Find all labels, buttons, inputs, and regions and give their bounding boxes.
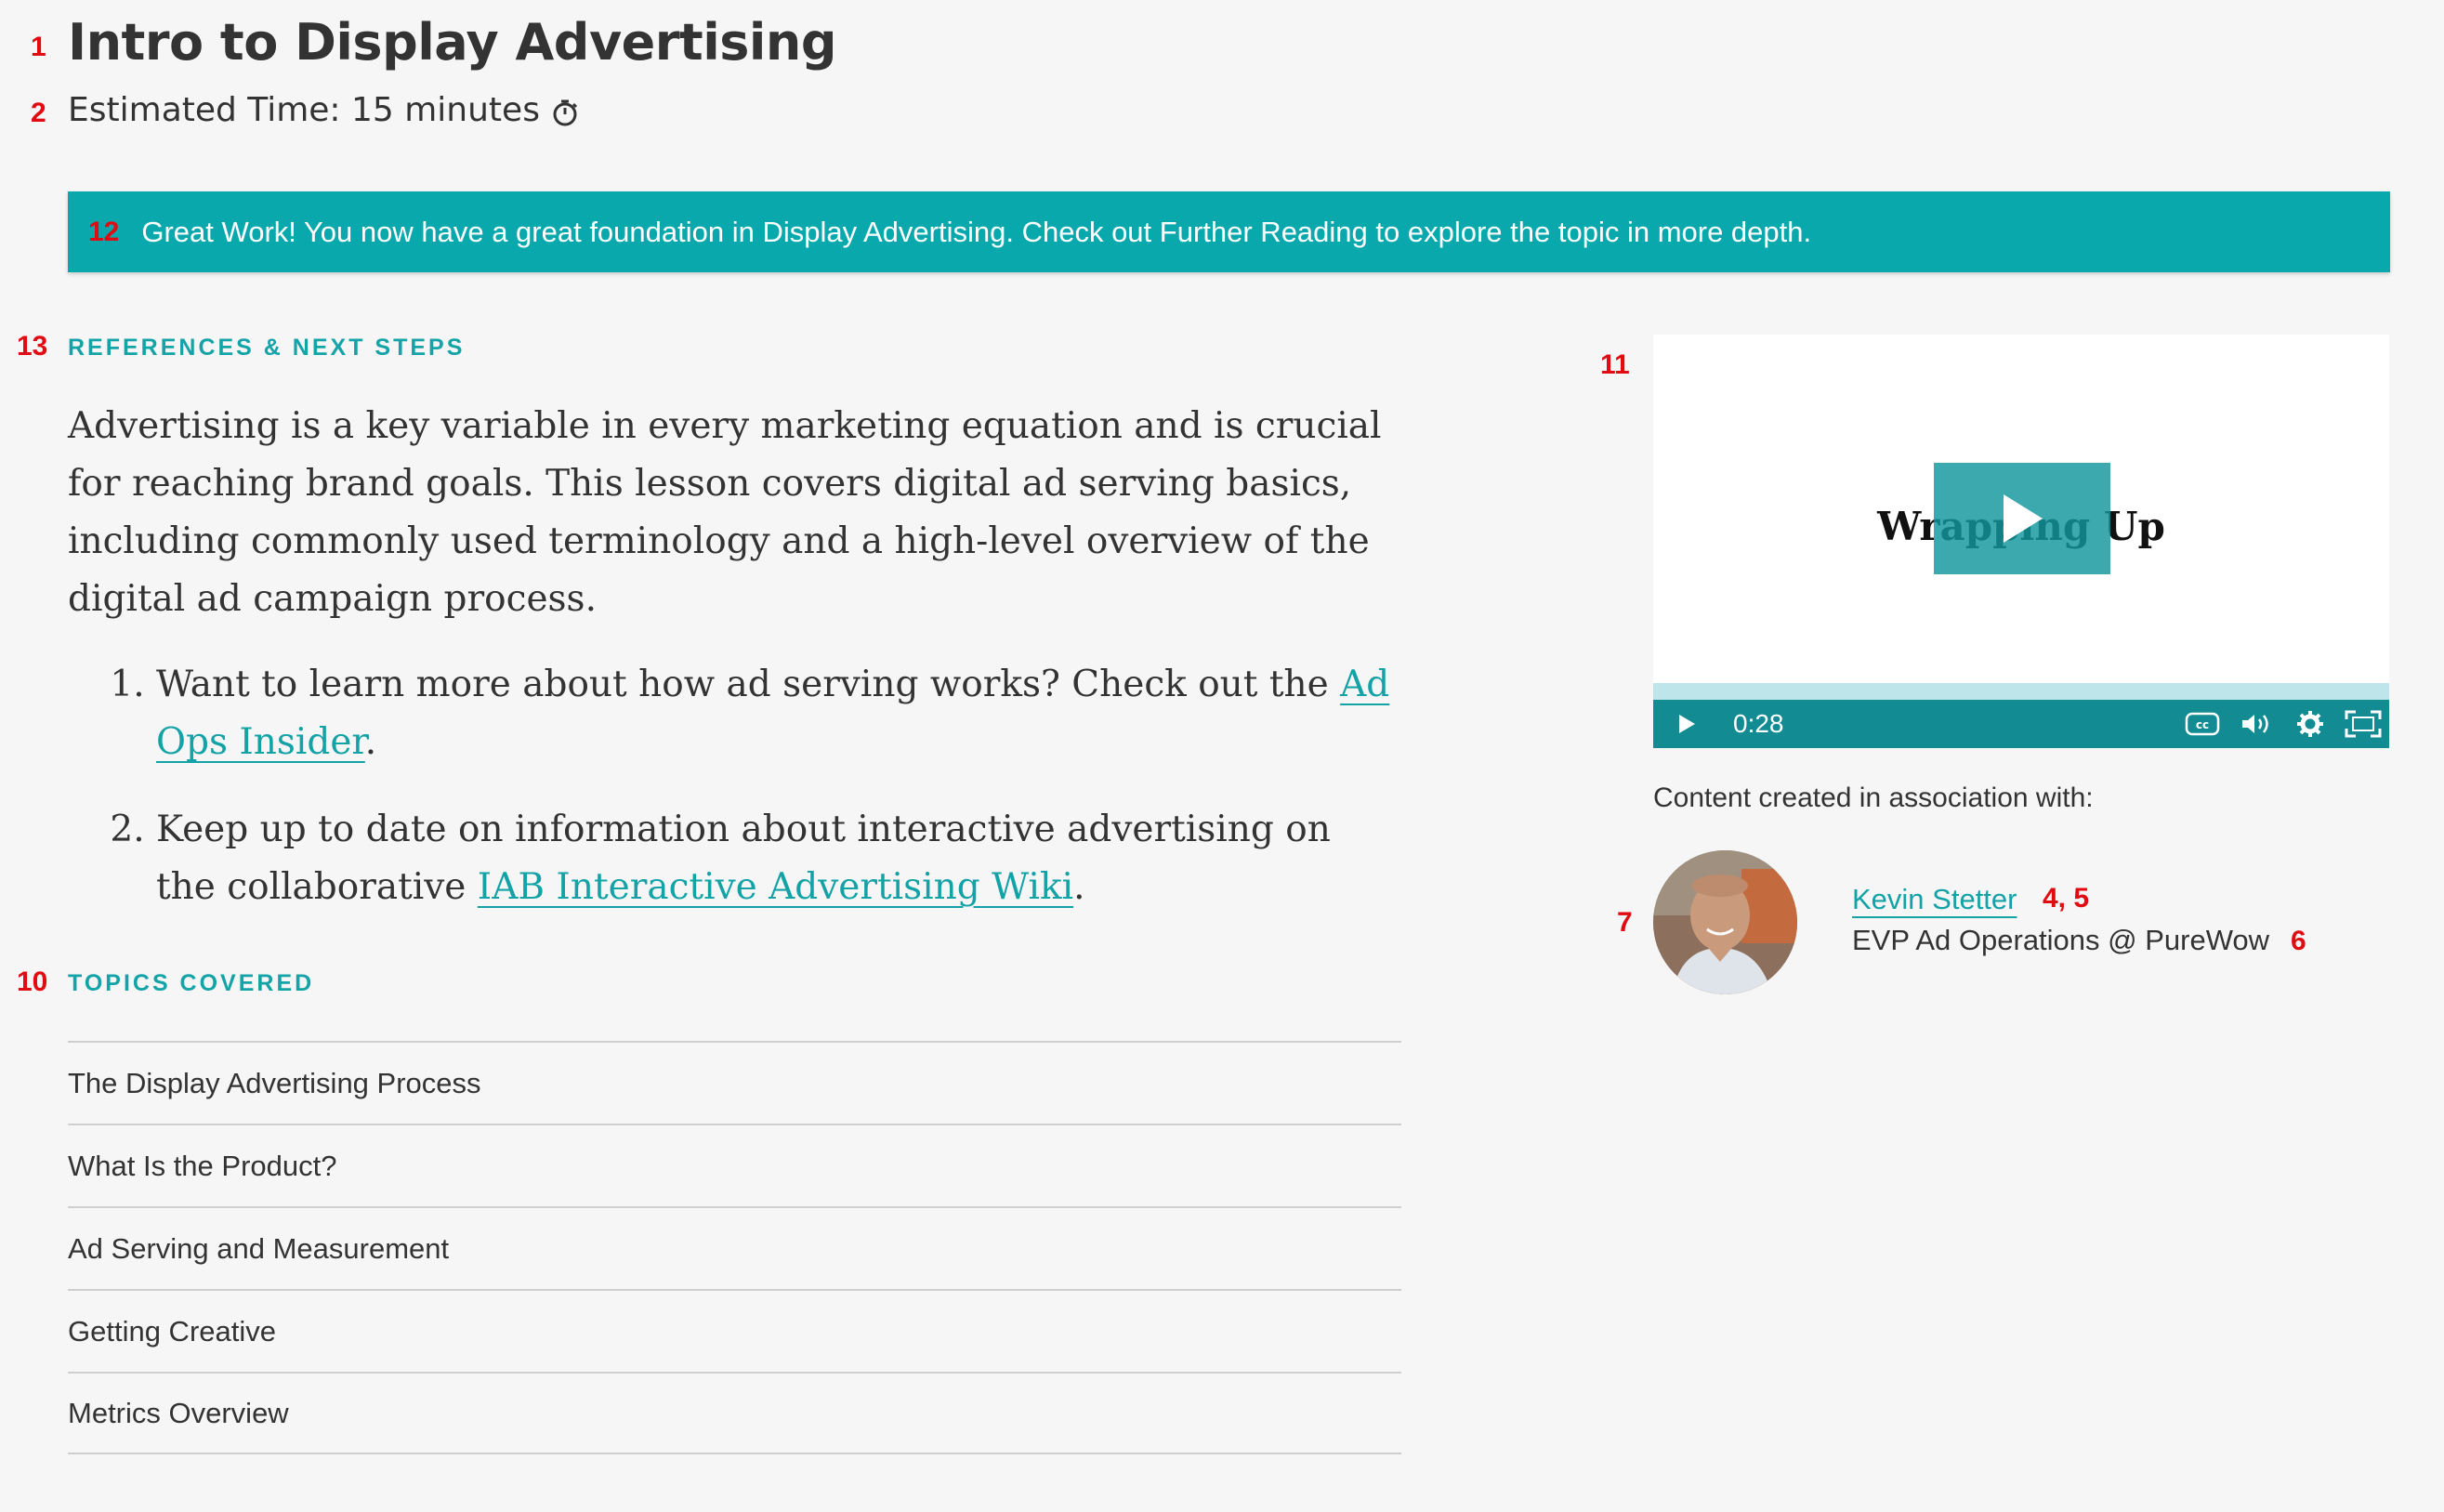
list-item-text: . [364, 721, 377, 763]
references-list: Want to learn more about how ad serving … [68, 656, 1397, 916]
video-time: 0:28 [1733, 709, 1784, 738]
stopwatch-icon [551, 97, 579, 125]
topic-label: The Display Advertising Process [68, 1066, 481, 1099]
topic-label: Metrics Overview [68, 1396, 289, 1429]
banner-text: Great Work! You now have a great foundat… [141, 215, 1812, 248]
video-player[interactable]: Wrapping Up 0:28 cc [1653, 335, 2389, 748]
annotation-marker: 13 [17, 331, 48, 362]
references-intro: Advertising is a key variable in every m… [68, 405, 1382, 620]
topic-item[interactable]: Getting Creative [68, 1289, 1401, 1372]
topic-label: What Is the Product? [68, 1149, 337, 1182]
avatar [1653, 850, 1797, 994]
annotation-marker: 10 [17, 966, 48, 997]
topics-heading: TOPICS COVERED [68, 970, 315, 996]
annotation-marker: 4, 5 [2043, 883, 2090, 914]
settings-icon[interactable] [2296, 710, 2324, 738]
author-name-link[interactable]: Kevin Stetter [1852, 883, 2017, 916]
author-role: EVP Ad Operations @ PureWow [1852, 924, 2270, 956]
video-controls: 0:28 cc [1653, 700, 2389, 748]
big-play-button[interactable] [1934, 463, 2110, 574]
fullscreen-icon[interactable] [2345, 710, 2382, 738]
play-icon [2004, 494, 2043, 543]
references-body: Advertising is a key variable in every m… [68, 398, 1397, 946]
progress-bar[interactable] [1653, 683, 2389, 700]
references-heading: REFERENCES & NEXT STEPS [68, 335, 466, 361]
topic-label: Ad Serving and Measurement [68, 1231, 450, 1265]
list-item: Keep up to date on information about int… [156, 801, 1397, 916]
iab-wiki-link[interactable]: IAB Interactive Advertising Wiki [478, 866, 1073, 908]
topic-item[interactable]: What Is the Product? [68, 1124, 1401, 1206]
association-label: Content created in association with: [1653, 782, 2094, 813]
annotation-marker: 11 [1600, 349, 1630, 380]
captions-icon[interactable]: cc [2185, 712, 2220, 736]
topics-list: The Display Advertising Process What Is … [68, 1041, 1401, 1454]
list-item-text: Want to learn more about how ad serving … [156, 664, 1341, 705]
annotation-marker: 2 [31, 98, 46, 128]
completion-banner: 12 Great Work! You now have a great foun… [68, 191, 2390, 272]
play-icon[interactable] [1677, 714, 1696, 734]
annotation-marker: 1 [31, 32, 46, 62]
topic-label: Getting Creative [68, 1314, 276, 1348]
topic-item[interactable]: Ad Serving and Measurement [68, 1206, 1401, 1289]
annotation-marker: 12 [88, 216, 120, 247]
topic-item[interactable]: The Display Advertising Process [68, 1041, 1401, 1124]
svg-text:cc: cc [2196, 718, 2209, 731]
topic-item[interactable]: Metrics Overview [68, 1372, 1401, 1454]
estimated-time-label: Estimated Time: 15 minutes [68, 91, 540, 129]
annotation-marker: 7 [1617, 907, 1633, 938]
list-item-text: . [1073, 866, 1085, 908]
page-title: Intro to Display Advertising [68, 13, 836, 72]
estimated-time: Estimated Time: 15 minutes [68, 91, 579, 129]
volume-icon[interactable] [2240, 712, 2274, 736]
list-item: Want to learn more about how ad serving … [156, 656, 1397, 771]
annotation-marker: 6 [2291, 926, 2306, 956]
